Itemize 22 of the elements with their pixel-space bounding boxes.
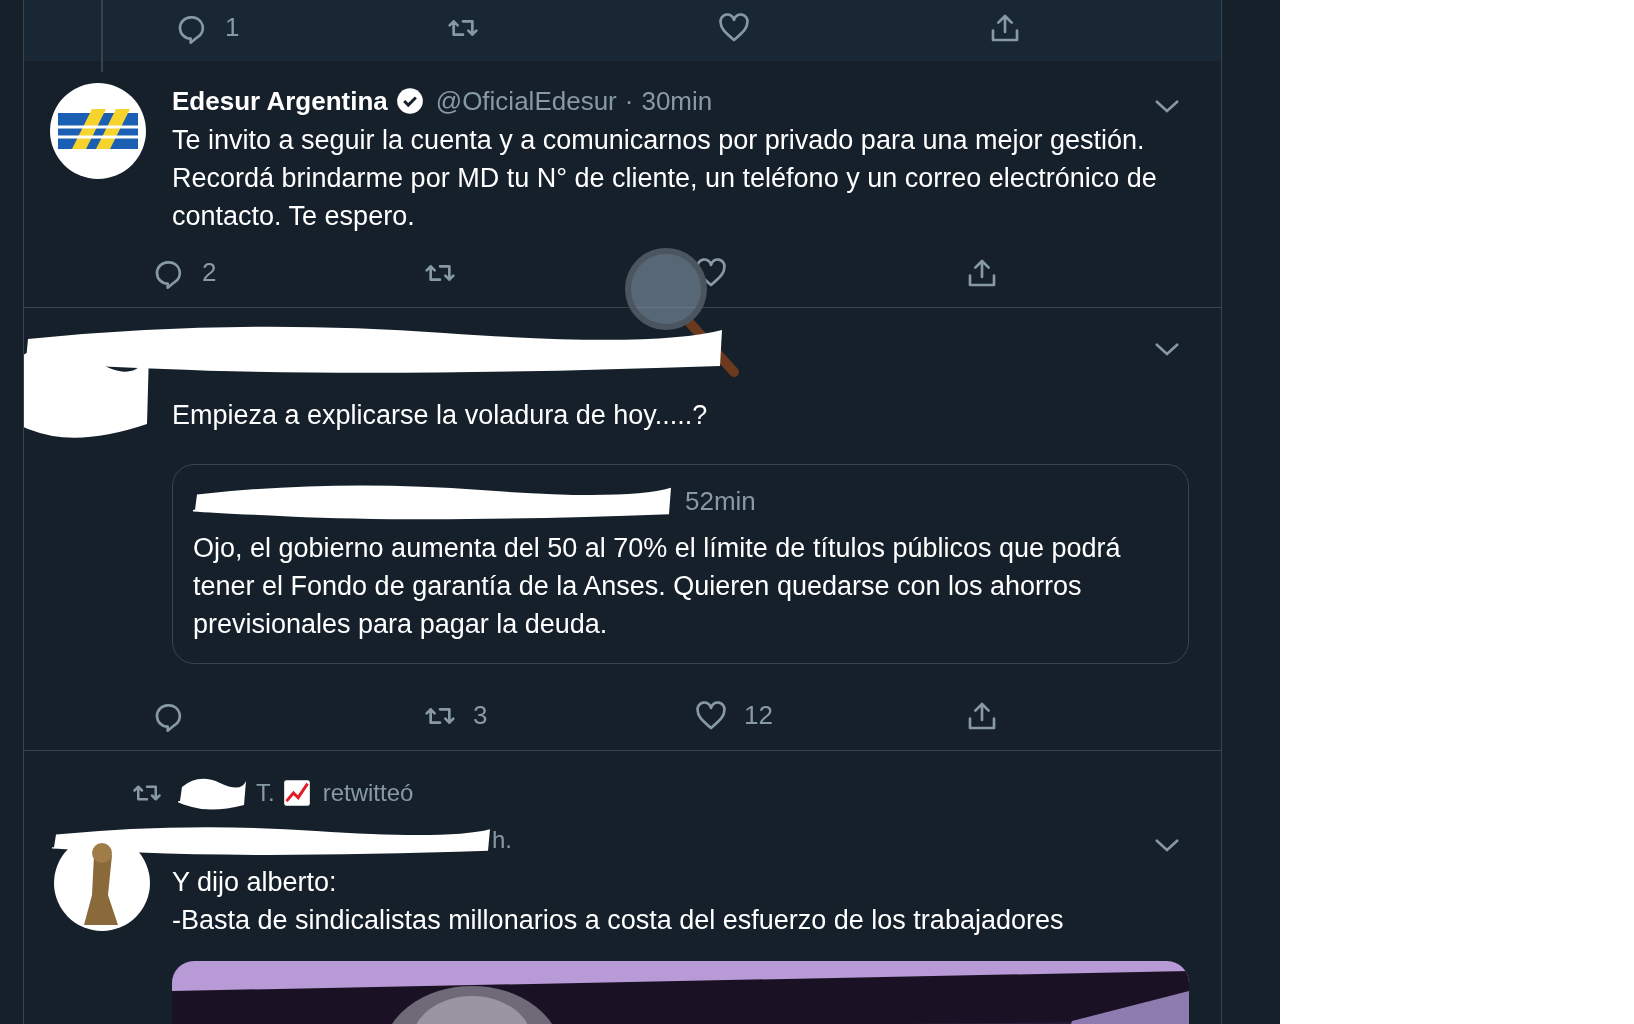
action-count: 2 xyxy=(202,256,217,289)
separator-dot: · xyxy=(624,84,634,118)
action-count: 12 xyxy=(744,699,773,732)
retweet-label: retwitteó xyxy=(322,778,414,808)
action-count: 1 xyxy=(225,11,240,44)
tweet-text: Te invito a seguir la cuenta y a comunicarnos por privado para una mejor gestión. Recordá brindarme por MD tu N° de cliente, un teléfono y un correo electrónico de contacto. Te espero. xyxy=(172,124,1158,233)
tweet-text: -Basta de sindicalistas millonarios a costa del esfuerzo de los trabajadores xyxy=(172,904,1065,937)
tweet-time[interactable]: 30min xyxy=(641,81,713,121)
tweet-time: h. xyxy=(492,825,512,855)
author-name[interactable]: Edesur Argentina xyxy=(172,81,388,121)
tweet-time: 52min xyxy=(685,484,756,518)
chevron-icon[interactable] xyxy=(1153,340,1181,358)
chart-increasing-icon xyxy=(282,779,311,807)
quoted-tweet-text: Ojo, el gobierno aumenta del 50 al 70% el límite de títulos públicos que podrá tener el Fondo de garantía de la Anses. Quieren quedarse con los ahorros previsionales para pagar la deuda. xyxy=(193,532,1122,641)
handle-and-time[interactable]: @OficialEdesur xyxy=(435,81,617,121)
action-count: 3 xyxy=(473,699,488,732)
tweet-text: Y dijo alberto: xyxy=(172,866,338,899)
tweet-text: Empieza a explicarse la voladura de hoy.....? xyxy=(172,399,709,432)
chevron-icon[interactable] xyxy=(1153,97,1181,115)
chevron-icon[interactable] xyxy=(1153,836,1181,854)
magnifier-cursor-icon xyxy=(624,247,739,377)
retweeter-name[interactable]: T. xyxy=(256,775,275,811)
